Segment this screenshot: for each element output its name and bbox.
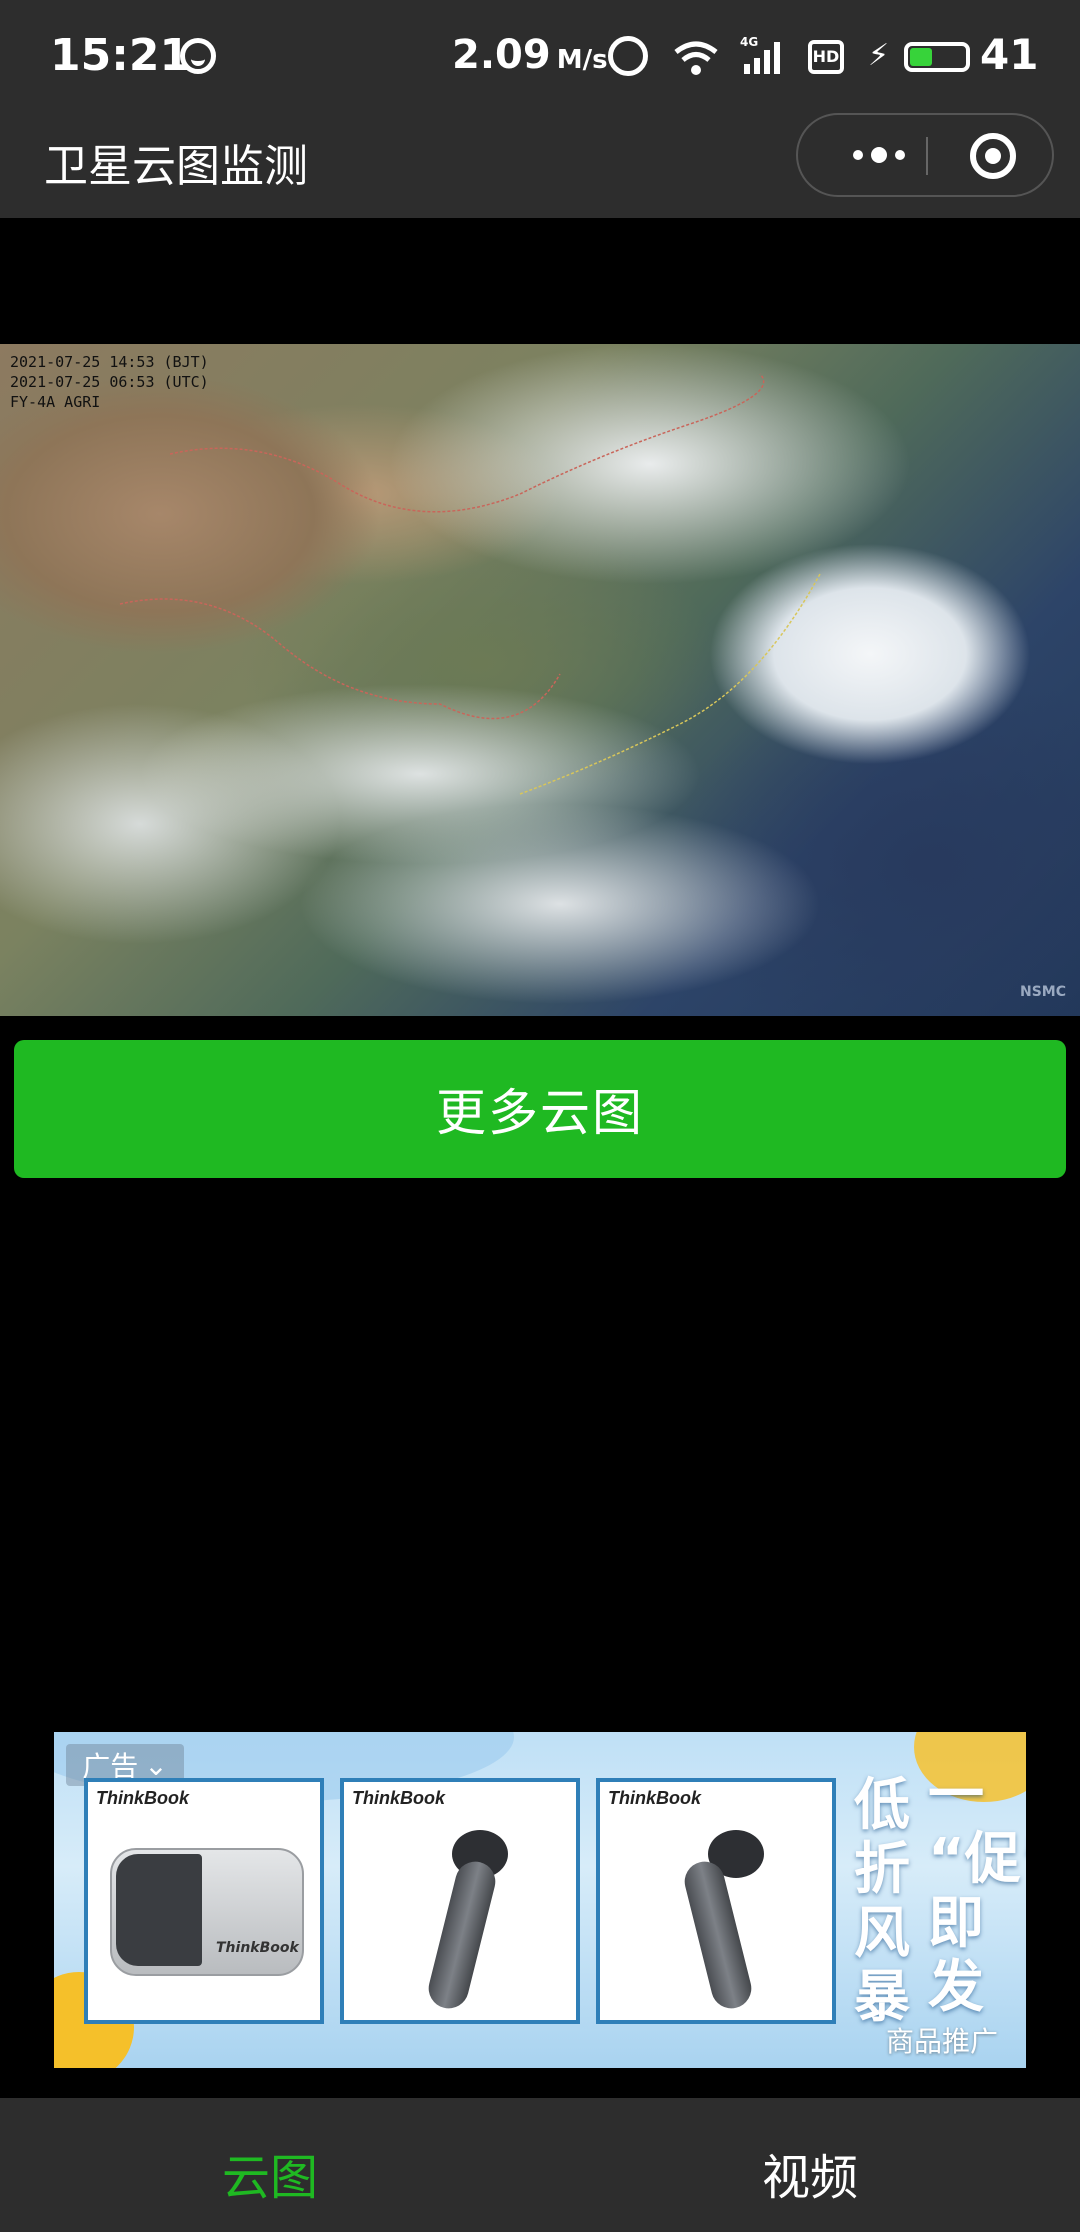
more-dots-icon[interactable] bbox=[834, 115, 924, 195]
caption-sensor: FY-4A AGRI bbox=[10, 393, 101, 411]
hd-voice-icon: HD bbox=[808, 40, 844, 74]
ad-footer-label: 商品推广 bbox=[886, 2025, 999, 2058]
promo-left-column: 低 折 风 暴 bbox=[854, 1773, 910, 2030]
ad-product-card[interactable]: ThinkBook bbox=[596, 1778, 836, 2024]
border-lines bbox=[119, 373, 821, 795]
mini-program-capsule bbox=[796, 113, 1054, 197]
earbud-image bbox=[680, 1824, 764, 2013]
ad-promo-text: 低 折 风 暴 一 “促” 即 发 bbox=[854, 1764, 1026, 2030]
network-speed-unit: M/s bbox=[556, 45, 608, 75]
tab-bar: 云图 视频 bbox=[0, 2098, 1080, 2232]
cell-signal-icon: 4G bbox=[740, 34, 788, 80]
battery-fill bbox=[910, 48, 932, 66]
satellite-caption: 2021-07-25 14:53 (BJT) 2021-07-25 06:53 … bbox=[10, 352, 209, 412]
network-speed-value: 2.09 bbox=[452, 32, 551, 78]
network-type-label: 4G bbox=[740, 35, 758, 49]
chevron-down-icon: ⌄ bbox=[144, 1748, 168, 1782]
nsmc-logo: NSMC bbox=[1020, 984, 1067, 1000]
status-bar: 15:21 2.09 M/s 4G HD ⚡ 41 bbox=[0, 0, 1080, 110]
caption-bjt: 2021-07-25 14:53 (BJT) bbox=[10, 353, 209, 371]
earbud-case-image: ThinkBook bbox=[110, 1848, 304, 1976]
ad-product-card[interactable]: ThinkBook ThinkBook bbox=[84, 1778, 324, 2024]
nav-bar: 卫星云图监测 bbox=[0, 110, 1080, 218]
promo-right-column: 一 “促” 即 发 bbox=[928, 1763, 1026, 2020]
caption-utc: 2021-07-25 06:53 (UTC) bbox=[10, 373, 209, 391]
charging-icon: ⚡ bbox=[868, 38, 890, 73]
tab-cloud-image[interactable]: 云图 bbox=[222, 2138, 318, 2208]
product-brand: ThinkBook bbox=[352, 1788, 445, 1808]
tab-video[interactable]: 视频 bbox=[762, 2138, 858, 2208]
case-brand: ThinkBook bbox=[216, 1940, 299, 1956]
capsule-divider bbox=[926, 137, 928, 175]
target-circle-icon[interactable] bbox=[970, 133, 1016, 179]
wifi-icon bbox=[672, 38, 720, 82]
battery-level: 41 bbox=[980, 30, 1039, 79]
ad-banner[interactable]: 广告 ⌄ ThinkBook ThinkBook ThinkBook ThinkB… bbox=[54, 1732, 1026, 2068]
network-speed: 2.09 M/s bbox=[452, 32, 608, 78]
status-time: 15:21 bbox=[50, 30, 191, 81]
ad-product-card[interactable]: ThinkBook bbox=[340, 1778, 580, 2024]
app-notification-icon bbox=[180, 38, 216, 74]
page-title: 卫星云图监测 bbox=[44, 141, 308, 192]
alarm-icon bbox=[608, 36, 648, 76]
earbud-image bbox=[424, 1824, 508, 2013]
more-cloud-images-button[interactable]: 更多云图 bbox=[14, 1040, 1066, 1178]
satellite-cloud-image[interactable]: 2021-07-25 14:53 (BJT) 2021-07-25 06:53 … bbox=[0, 344, 1080, 1016]
product-brand: ThinkBook bbox=[96, 1788, 189, 1808]
product-brand: ThinkBook bbox=[608, 1788, 701, 1808]
battery-icon bbox=[904, 42, 970, 72]
